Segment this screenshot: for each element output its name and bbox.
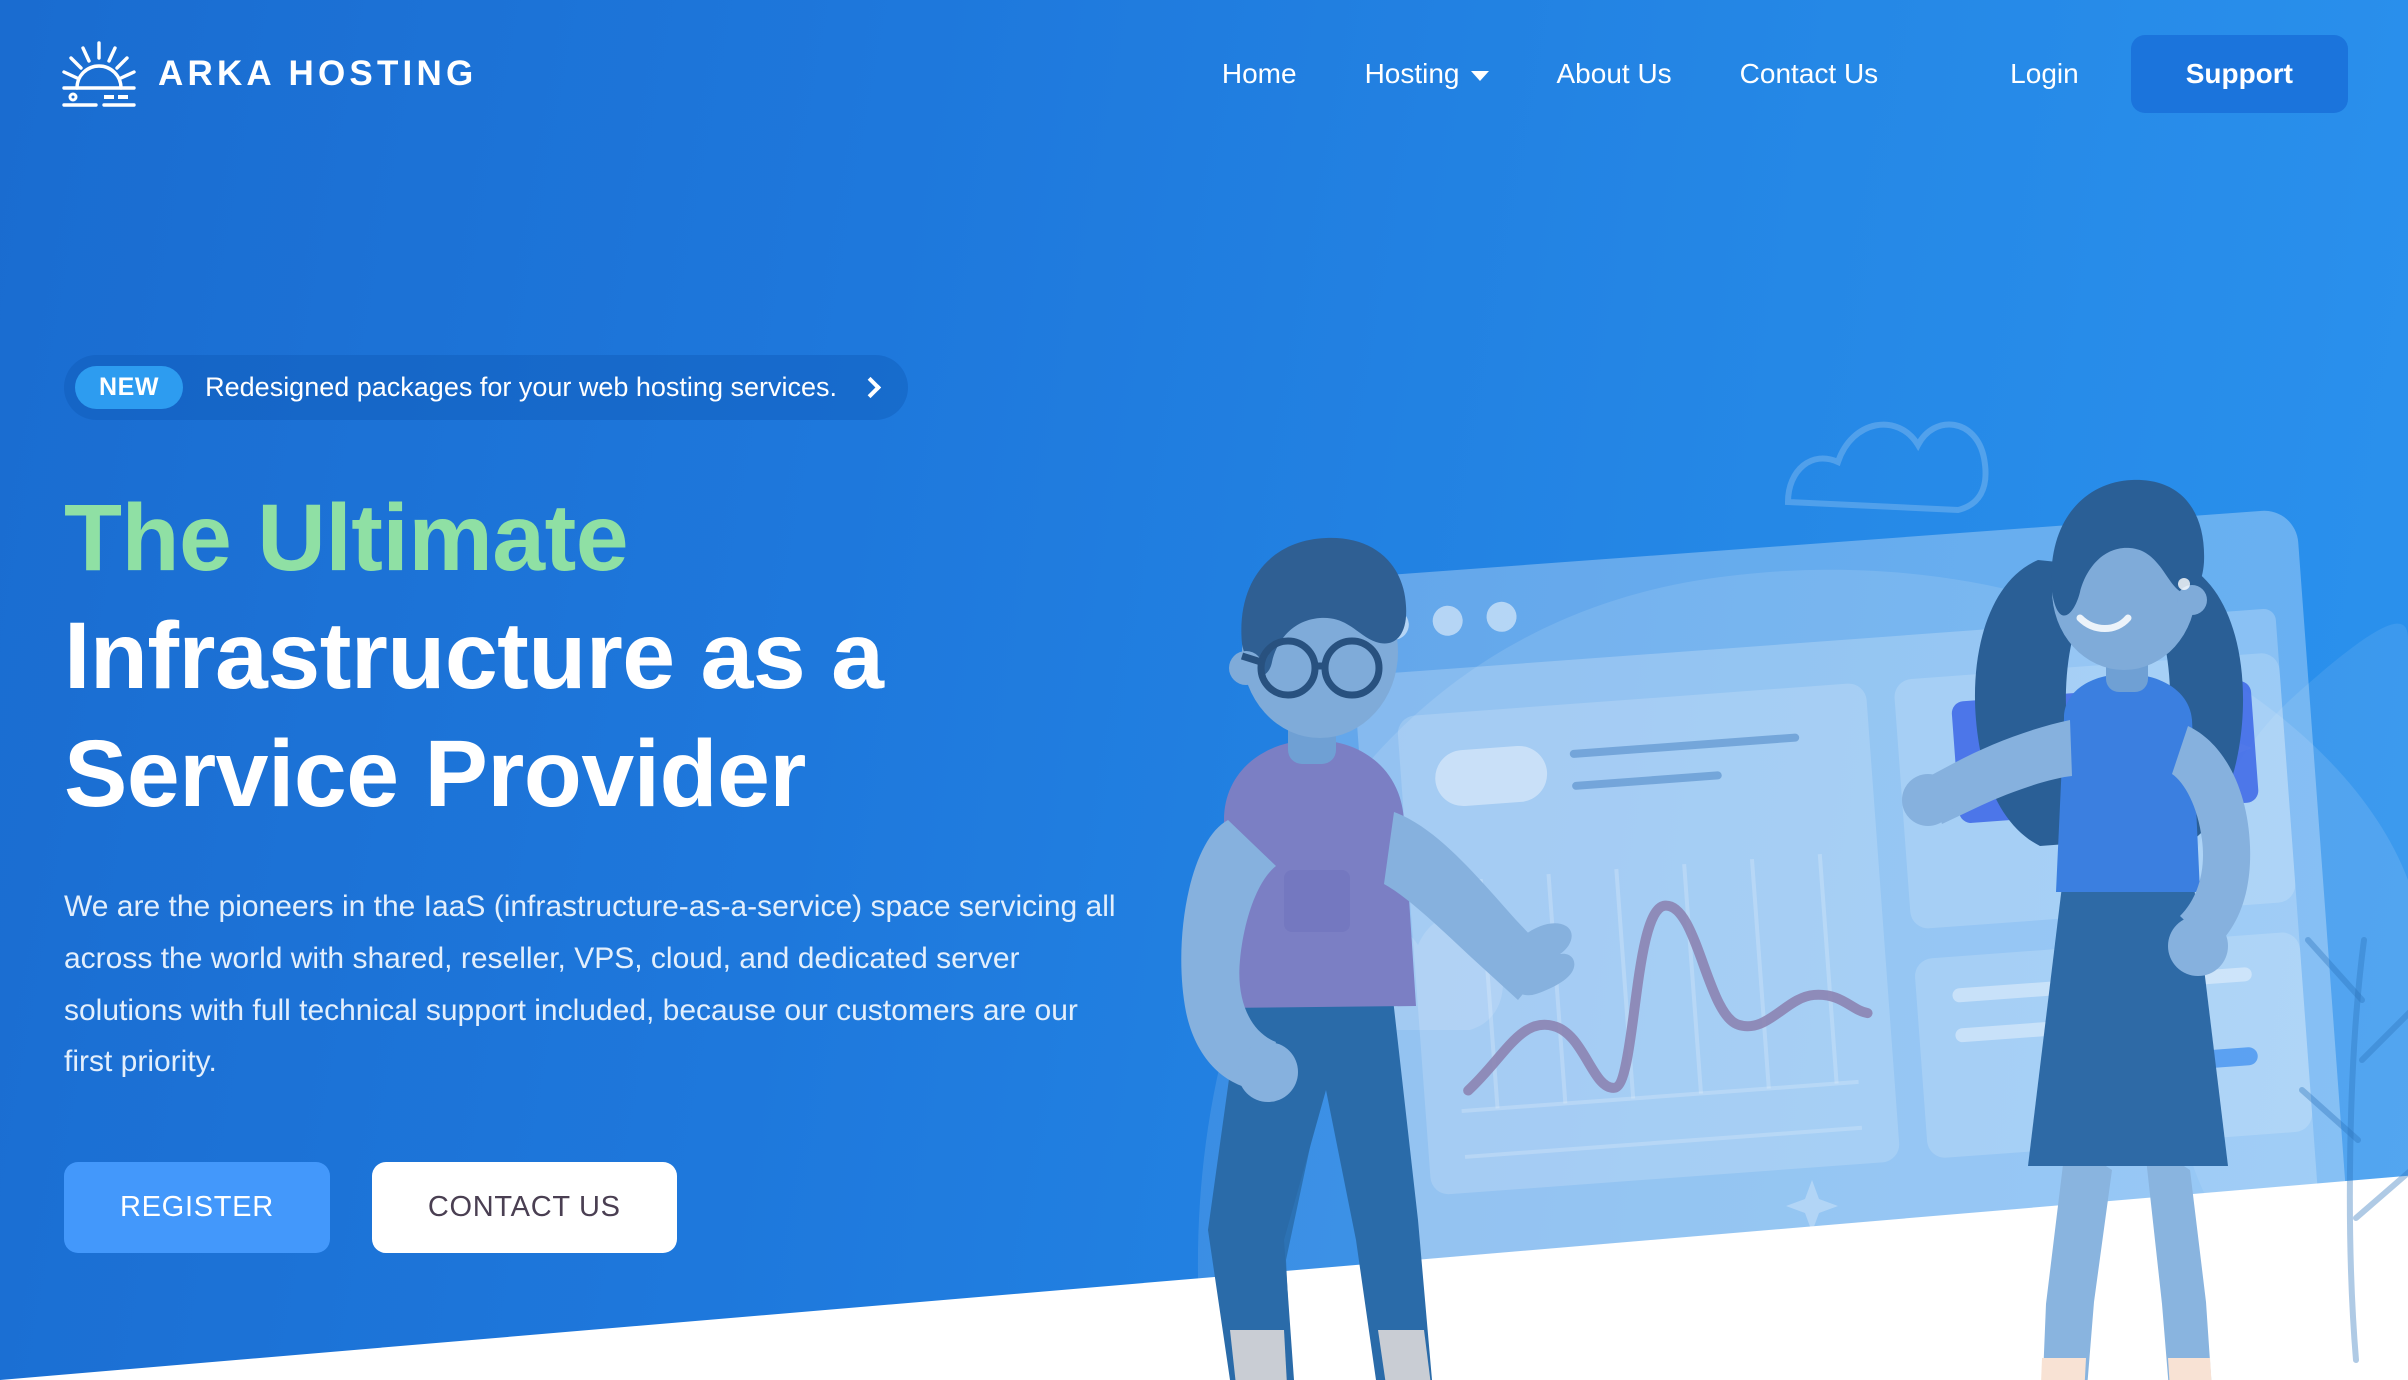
chevron-right-icon: [859, 376, 882, 399]
cta-row: REGISTER CONTACT US: [64, 1161, 1184, 1253]
page-title: The Ultimate Infrastructure as a Service…: [64, 480, 1184, 833]
hero-paragraph: We are the pioneers in the IaaS (infrast…: [64, 890, 1116, 1079]
support-button[interactable]: Support: [2130, 35, 2348, 113]
headline-line-2: Infrastructure as a: [64, 602, 884, 709]
announcement-banner[interactable]: NEW Redesigned packages for your web hos…: [64, 355, 908, 420]
brand-logo[interactable]: ARKA HOSTING: [62, 41, 477, 107]
hero-section: ARKA HOSTING Home Hosting About Us Conta…: [0, 0, 2408, 1380]
nav-item-hosting[interactable]: Hosting: [1331, 60, 1523, 88]
main-navigation: Home Hosting About Us Contact Us Login S…: [1188, 35, 2348, 113]
nav-item-about-us-label: About Us: [1556, 58, 1672, 89]
headline-line-3: Service Provider: [64, 720, 806, 827]
site-header: ARKA HOSTING Home Hosting About Us Conta…: [0, 0, 2408, 148]
contact-us-button[interactable]: CONTACT US: [371, 1161, 677, 1253]
hero-content: NEW Redesigned packages for your web hos…: [64, 355, 1184, 1253]
announcement-tag: NEW: [75, 366, 184, 409]
nav-item-contact-us[interactable]: Contact Us: [1706, 60, 1913, 88]
headline-accent: The Ultimate: [64, 485, 629, 591]
nav-item-hosting-label: Hosting: [1364, 58, 1460, 89]
nav-links: Home Hosting About Us Contact Us: [1188, 60, 1912, 88]
announcement-text: Redesigned packages for your web hosting…: [205, 372, 837, 402]
nav-item-about-us[interactable]: About Us: [1523, 60, 1706, 88]
nav-item-contact-us-label: Contact Us: [1739, 58, 1879, 89]
sunrise-icon: [62, 41, 136, 107]
nav-item-home-label: Home: [1221, 58, 1297, 89]
chevron-down-icon: [1470, 71, 1489, 81]
nav-item-home[interactable]: Home: [1188, 60, 1331, 88]
login-link[interactable]: Login: [1976, 58, 2113, 90]
brand-name: ARKA HOSTING: [158, 54, 478, 93]
register-button[interactable]: REGISTER: [64, 1161, 330, 1253]
